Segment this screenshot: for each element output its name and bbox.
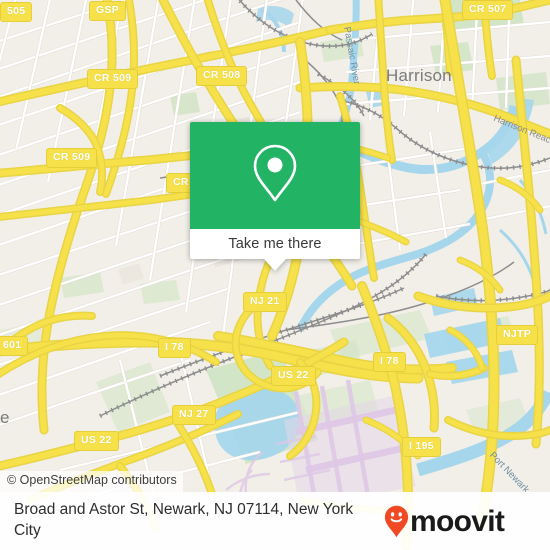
shield-nj-21[interactable]: NJ 21 [243, 292, 287, 312]
map-canvas[interactable]: .wtr { fill:#a5d6ec; } .wln { stroke:#a5… [0, 0, 550, 550]
place-label-newark-clipped: e [0, 408, 10, 427]
callout-tail-pointer [264, 259, 286, 271]
callout-pin-area [190, 122, 360, 229]
shield-cr-505[interactable]: 505 [0, 2, 33, 22]
shield-cr-509-left[interactable]: CR 509 [46, 148, 98, 168]
shield-i-78-left[interactable]: I 78 [158, 338, 191, 358]
shield-gsp[interactable]: GSP [89, 1, 127, 21]
map-attribution[interactable]: © OpenStreetMap contributors [0, 471, 183, 492]
map-vector-layer: .wtr { fill:#a5d6ec; } .wln { stroke:#a5… [0, 0, 550, 550]
moovit-smiley-pin-icon [384, 505, 409, 538]
shield-cr-601[interactable]: 601 [0, 336, 29, 356]
shield-i-78-right[interactable]: I 78 [373, 352, 406, 372]
shield-us-22-left[interactable]: US 22 [74, 431, 119, 451]
shield-cr-509-top[interactable]: CR 509 [87, 69, 139, 89]
shield-us-22-center[interactable]: US 22 [271, 366, 316, 386]
take-me-there-button[interactable]: Take me there [190, 229, 360, 271]
shield-cr-507[interactable]: CR 507 [462, 0, 514, 20]
shield-nj-27[interactable]: NJ 27 [172, 405, 216, 425]
location-pin-icon [249, 142, 301, 209]
place-label-harrison: Harrison [386, 66, 452, 85]
take-me-there-label: Take me there [228, 236, 322, 252]
shield-njtp[interactable]: NJTP [496, 325, 539, 345]
shield-i-195[interactable]: I 195 [402, 437, 441, 457]
address-text: Broad and Astor St, Newark, NJ 07114, Ne… [14, 501, 354, 539]
shield-cr-508[interactable]: CR 508 [196, 66, 248, 86]
location-callout-card[interactable]: Take me there [190, 122, 360, 271]
moovit-wordmark: moovit [410, 505, 505, 538]
footer-bar: Broad and Astor St, Newark, NJ 07114, Ne… [0, 492, 550, 550]
moovit-logo[interactable]: moovit [384, 505, 505, 538]
